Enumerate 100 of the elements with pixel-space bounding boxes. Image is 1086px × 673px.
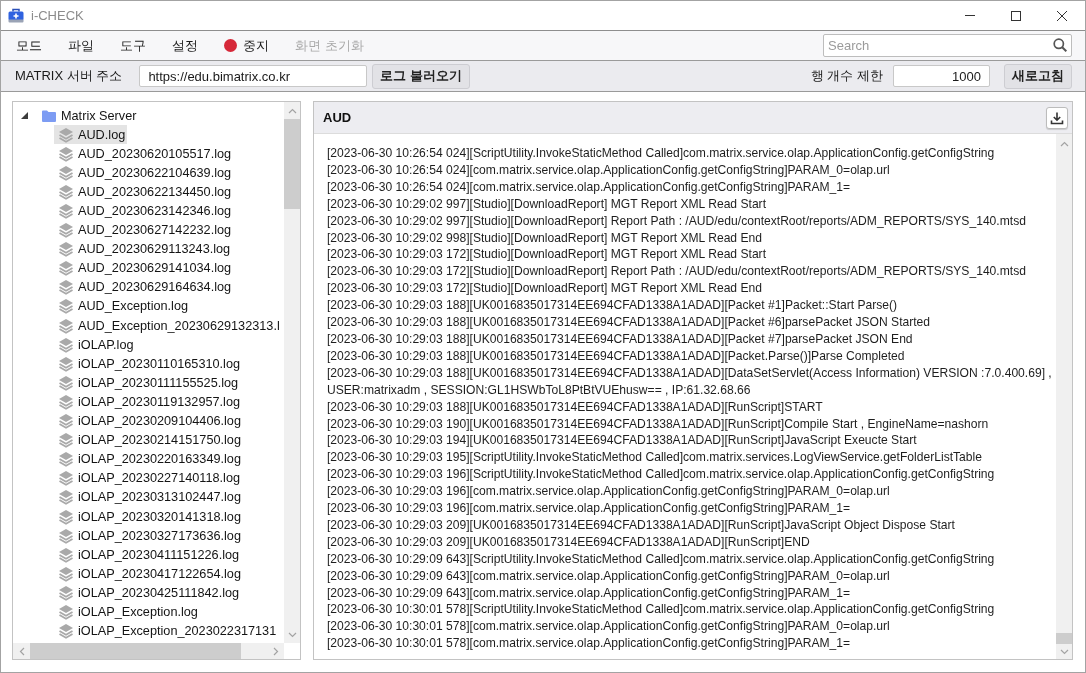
scrollbar-thumb[interactable]: [30, 643, 241, 659]
menu-item[interactable]: 모드: [3, 33, 55, 58]
layers-icon: [58, 241, 74, 258]
menu-item[interactable]: 파일: [55, 33, 107, 58]
layers-icon: [58, 279, 74, 296]
layers-icon: [58, 489, 74, 506]
tree-item[interactable]: iOLAP_20230313102447.log: [54, 487, 243, 507]
medical-kit-icon: [8, 8, 24, 23]
tree-item[interactable]: AUD_20230629164634.log: [54, 277, 234, 297]
refresh-button[interactable]: 새로고침: [1004, 63, 1072, 89]
log-line: [2023-06-30 10:29:03 188][UK0016835017314EE694CFAD1338A1ADAD][DataSetServlet(Access Information) VERSION :7.0.400.69] , USER:matrixadm , SESSION:GL1HSWbToL8PtBtVUEhusw== , IP:61.32.68.66: [327, 364, 1052, 399]
tree-item[interactable]: iOLAP_20230320141318.log: [54, 507, 243, 526]
layers-icon: [58, 336, 74, 353]
search-field[interactable]: Search: [823, 34, 1072, 57]
chevron-right-icon[interactable]: [272, 646, 279, 656]
tree-item[interactable]: iOLAP_20230209104406.log: [54, 411, 243, 431]
load-log-button[interactable]: 로그 불러오기: [372, 63, 470, 89]
tree-item[interactable]: iOLAP_Exception.log: [54, 602, 200, 622]
log-line: [2023-06-30 10:30:01 578][com.matrix.service.olap.ApplicationConfig.getConfigString]PARAM_1=: [327, 635, 852, 653]
chevron-up-icon[interactable]: [287, 107, 297, 114]
layers-icon: [58, 260, 74, 277]
log-line: [2023-06-30 10:29:03 194][UK0016835017314EE694CFAD1338A1ADAD][RunScript]JavaScript Exeucte Start: [327, 432, 918, 450]
row-limit-field[interactable]: 1000: [893, 65, 990, 87]
layers-icon: [58, 355, 74, 372]
tree-item[interactable]: AUD_20230620105517.log: [54, 144, 234, 164]
record-icon: [224, 39, 237, 52]
layers-icon: [58, 413, 74, 430]
layers-icon: [58, 183, 74, 200]
scrollbar-thumb[interactable]: [284, 119, 300, 209]
vertical-scrollbar[interactable]: [284, 102, 300, 643]
log-line: [2023-06-30 10:29:03 188][UK0016835017314EE694CFAD1338A1ADAD][RunScript]START: [327, 398, 824, 416]
tree-item[interactable]: iOLAP_20230425111842.log: [54, 583, 242, 603]
tree-item[interactable]: iOLAP_20230227140118.log: [54, 468, 243, 488]
chevron-down-icon[interactable]: [287, 631, 297, 638]
layers-icon: [58, 393, 74, 410]
layers-icon: [58, 432, 74, 449]
tree-item[interactable]: iOLAP_20230327173636.log: [54, 526, 243, 546]
layers-icon: [58, 451, 74, 468]
log-line: [2023-06-30 10:30:01 578][com.matrix.service.olap.ApplicationConfig.getConfigString]PARAM_0=olap.url: [327, 618, 891, 636]
tree-item[interactable]: AUD_20230622134450.log: [54, 182, 234, 202]
layers-icon: [58, 203, 74, 219]
menu-item[interactable]: 설정: [159, 33, 211, 58]
layers-icon: [58, 546, 74, 563]
search-icon[interactable]: [1053, 38, 1067, 52]
tree-item[interactable]: AUD.log: [54, 125, 128, 145]
tree-item[interactable]: AUD_20230629113243.log: [54, 239, 233, 259]
server-url-field[interactable]: https://edu.bimatrix.co.kr: [139, 65, 368, 87]
tree-item[interactable]: iOLAP_20230411151226.log: [54, 545, 242, 565]
menu-item[interactable]: 중지: [211, 33, 282, 58]
log-line: [2023-06-30 10:29:03 188][UK0016835017314EE694CFAD1338A1ADAD][Packet #7]parsePacket JSON End: [327, 330, 914, 348]
log-line: [2023-06-30 10:29:09 643][ScriptUtility.InvokeStaticMethod Called]com.matrix.service.olap.ApplicationConfig.getConfigString: [327, 550, 996, 568]
layers-icon: [58, 604, 74, 620]
log-line: [2023-06-30 10:29:03 209][UK0016835017314EE694CFAD1338A1ADAD][RunScript]END: [327, 533, 811, 551]
log-line: [2023-06-30 10:29:03 172][Studio][DownloadReport] MGT Report XML Read Start: [327, 246, 767, 264]
log-line: [2023-06-30 10:29:02 997][Studio][DownloadReport] Report Path : /AUD/edu/contextRoot/reports/ADM_REPORTS/SYS_140.mtsd: [327, 212, 1027, 230]
tree-item[interactable]: AUD_Exception_20230629132313.l: [54, 316, 282, 336]
log-line: [2023-06-30 10:29:03 196][ScriptUtility.InvokeStaticMethod Called]com.matrix.service.olap.ApplicationConfig.getConfigString: [327, 466, 996, 484]
log-line: [2023-06-30 10:29:03 188][UK0016835017314EE694CFAD1338A1ADAD][Packet #6]parsePacket JSON Started: [327, 314, 932, 331]
tree-item[interactable]: iOLAP_20230110165310.log: [54, 354, 243, 374]
tree-item[interactable]: AUD_Exception.log: [54, 297, 191, 316]
window-title: i-CHECK: [31, 8, 84, 23]
tree-item[interactable]: iOLAP.log: [54, 335, 136, 355]
log-line: [2023-06-30 10:29:02 998][Studio][DownloadReport] MGT Report XML Read End: [327, 229, 763, 247]
log-line: [2023-06-30 10:30:01 578][ScriptUtility.InvokeStaticMethod Called]com.matrix.service.olap.ApplicationConfig.getConfigString: [327, 601, 996, 619]
tree-item[interactable]: iOLAP_20230111155525.log: [54, 373, 241, 393]
tree-item[interactable]: iOLAP_20230417122654.log: [54, 564, 243, 584]
log-line: [2023-06-30 10:29:03 195][ScriptUtility.InvokeStaticMethod Called]com.matrix.services.LogViewService.getFolderListTable: [327, 449, 983, 467]
tree-item[interactable]: Matrix Server: [38, 106, 139, 126]
layers-icon: [58, 222, 74, 239]
tree-item[interactable]: iOLAP_20230214151750.log: [54, 430, 243, 450]
layers-icon: [58, 584, 74, 601]
menu-item[interactable]: 도구: [107, 33, 159, 58]
chevron-left-icon[interactable]: [18, 646, 25, 656]
layers-icon: [58, 126, 74, 143]
log-line: [2023-06-30 10:29:09 643][com.matrix.service.olap.ApplicationConfig.getConfigString]PARAM_0=olap.url: [327, 567, 891, 585]
horizontal-scrollbar[interactable]: [13, 643, 284, 659]
tree-item[interactable]: AUD_20230622104639.log: [54, 163, 234, 183]
tree-item[interactable]: iOLAP_20230119132957.log: [54, 392, 243, 412]
caret-icon[interactable]: [21, 112, 28, 120]
log-line: [2023-06-30 10:29:03 196][com.matrix.service.olap.ApplicationConfig.getConfigString]PARAM_1=: [327, 500, 852, 517]
layers-icon: [58, 374, 74, 391]
row-limit-label: 행 개수 제한: [810, 67, 883, 85]
maximize-icon[interactable]: [1011, 10, 1021, 21]
layers-icon: [58, 508, 74, 525]
tree-item[interactable]: AUD_20230623142346.log: [54, 201, 234, 221]
close-icon[interactable]: [1057, 10, 1067, 21]
layers-icon: [58, 470, 74, 487]
chevron-up-icon[interactable]: [1059, 140, 1069, 147]
chevron-down-icon[interactable]: [1059, 648, 1069, 655]
log-line: [2023-06-30 10:29:03 188][UK0016835017314EE694CFAD1338A1ADAD][Packet.Parse()]Parse Completed: [327, 347, 906, 365]
tree-item[interactable]: iOLAP_Exception_2023022317131: [54, 621, 279, 641]
tree-item[interactable]: AUD_20230629141034.log: [54, 258, 234, 278]
scrollbar-thumb[interactable]: [1056, 633, 1072, 644]
tree-item[interactable]: iOLAP_20230220163349.log: [54, 449, 243, 469]
log-line: [2023-06-30 10:29:03 188][UK0016835017314EE694CFAD1338A1ADAD][Packet #1]Packet::Start Parse(): [327, 297, 899, 315]
layers-icon: [58, 145, 74, 162]
layers-icon: [58, 527, 74, 544]
tree-item[interactable]: AUD_20230627142232.log: [54, 220, 234, 240]
log-line: [2023-06-30 10:26:54 024][com.matrix.service.olap.ApplicationConfig.getConfigString]PARAM_0=olap.url: [327, 161, 891, 179]
vertical-scrollbar[interactable]: [1056, 134, 1072, 659]
